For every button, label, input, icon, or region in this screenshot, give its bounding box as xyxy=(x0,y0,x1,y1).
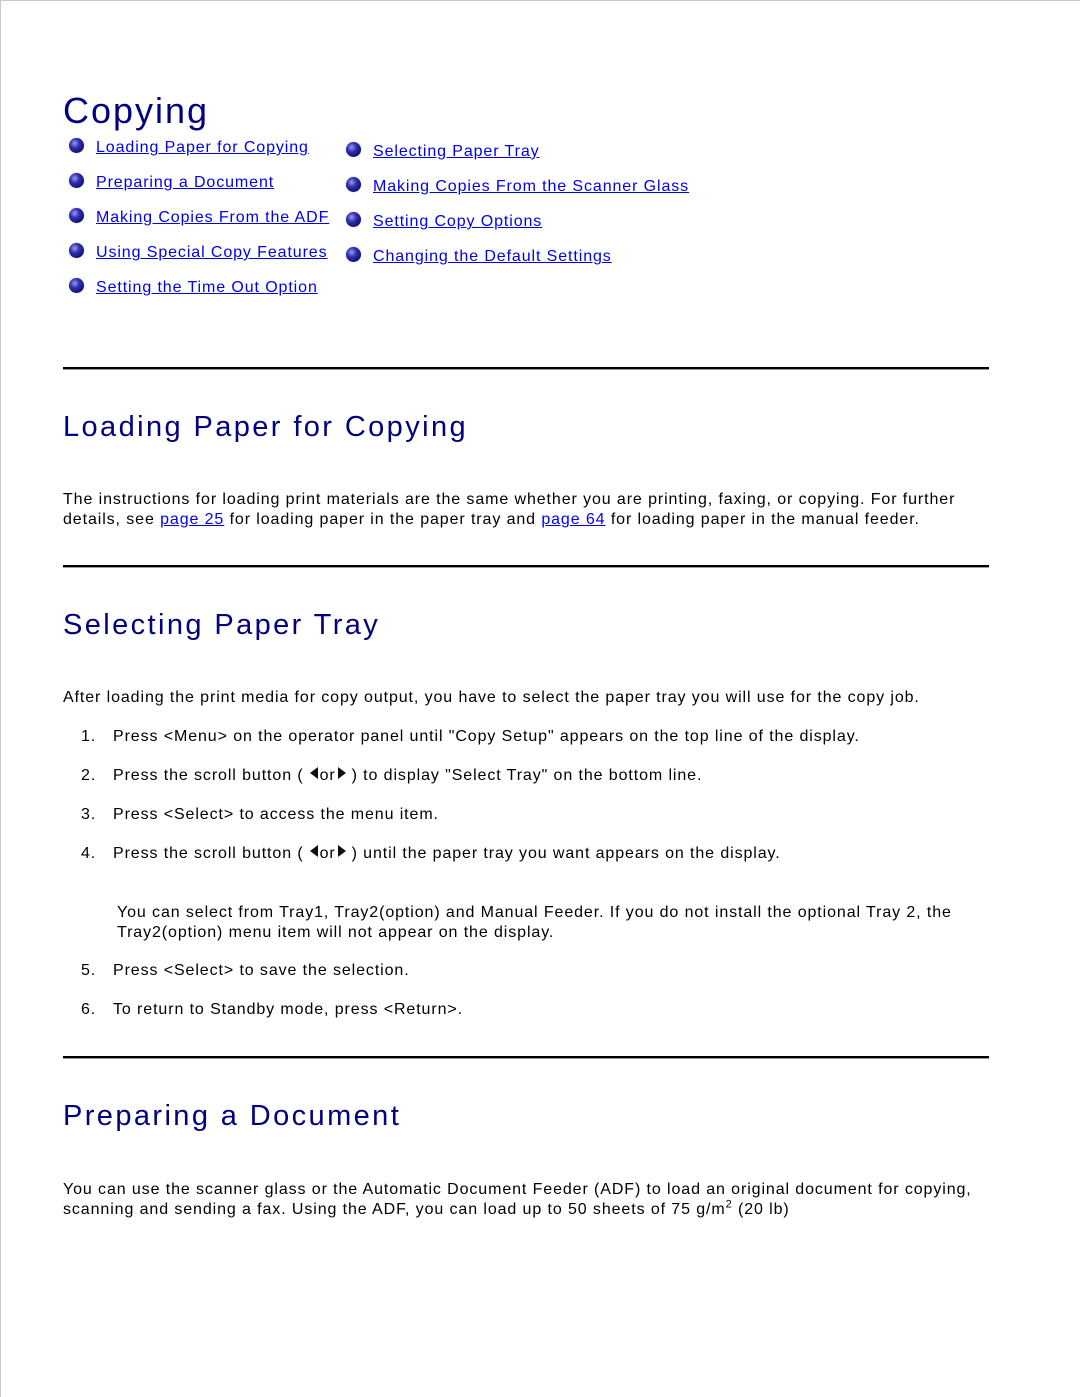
step-text-post: ) until the paper tray you want appears … xyxy=(351,845,781,862)
toc-item-scanner-glass[interactable]: Making Copies From the Scanner Glass xyxy=(346,176,689,198)
bullet-sphere-icon xyxy=(69,172,84,188)
toc-item-preparing-document[interactable]: Preparing a Document xyxy=(69,172,329,194)
page-25-link[interactable]: page 25 xyxy=(160,511,224,528)
left-arrow-icon xyxy=(309,845,318,857)
toc-item-loading-paper[interactable]: Loading Paper for Copying xyxy=(69,137,329,159)
right-arrow-icon xyxy=(337,767,346,779)
toc-left-column: Loading Paper for Copying Preparing a Do… xyxy=(69,137,329,299)
document-text-2: (20 lb) xyxy=(732,1201,790,1218)
toc-item-copy-options[interactable]: Setting Copy Options xyxy=(346,211,689,233)
left-arrow-icon xyxy=(309,767,318,779)
divider xyxy=(63,1056,989,1059)
step-text: Press <Select> to access the menu item. xyxy=(113,806,439,823)
bullet-sphere-icon xyxy=(69,242,84,258)
toc-link-selecting-tray[interactable]: Selecting Paper Tray xyxy=(373,143,540,161)
toc-item-copies-adf[interactable]: Making Copies From the ADF xyxy=(69,207,329,229)
step-2: 2. Press the scroll button ( or ) to dis… xyxy=(81,766,702,786)
step-5: 5. Press <Select> to save the selection. xyxy=(81,961,410,981)
step-number: 2. xyxy=(81,767,97,784)
step-6: 6. To return to Standby mode, press <Ret… xyxy=(81,1000,463,1020)
toc-item-time-out[interactable]: Setting the Time Out Option xyxy=(69,277,329,299)
loading-text-3: for loading paper in the manual feeder. xyxy=(605,511,920,528)
toc-item-special-features[interactable]: Using Special Copy Features xyxy=(69,242,329,264)
bullet-sphere-icon xyxy=(346,176,361,192)
step-number: 1. xyxy=(81,728,97,745)
loading-paper-paragraph: The instructions for loading print mater… xyxy=(63,490,993,530)
step-3: 3. Press <Select> to access the menu ite… xyxy=(81,805,439,825)
step-text: Press <Menu> on the operator panel until… xyxy=(113,728,860,745)
right-arrow-icon xyxy=(337,845,346,857)
step-text-mid: or xyxy=(319,845,336,862)
step-text-mid: or xyxy=(319,767,336,784)
bullet-sphere-icon xyxy=(346,246,361,262)
bullet-sphere-icon xyxy=(69,137,84,153)
loading-text-2: for loading paper in the paper tray and xyxy=(224,511,542,528)
toc-item-default-settings[interactable]: Changing the Default Settings xyxy=(346,246,689,268)
step-1: 1. Press <Menu> on the operator panel un… xyxy=(81,727,860,747)
toc-link-time-out[interactable]: Setting the Time Out Option xyxy=(96,279,318,297)
step-number: 5. xyxy=(81,962,97,979)
toc-right-column: Selecting Paper Tray Making Copies From … xyxy=(346,141,689,268)
divider xyxy=(63,367,989,370)
step-number: 4. xyxy=(81,845,97,862)
toc-link-copy-options[interactable]: Setting Copy Options xyxy=(373,213,542,231)
section-heading-preparing-document: Preparing a Document xyxy=(63,1100,402,1132)
step-number: 6. xyxy=(81,1001,97,1018)
page-title: Copying xyxy=(63,90,210,131)
toc-link-special-features[interactable]: Using Special Copy Features xyxy=(96,244,328,262)
document-text-1: You can use the scanner glass or the Aut… xyxy=(63,1181,972,1218)
tray-note: You can select from Tray1, Tray2(option)… xyxy=(117,904,952,941)
step-text-pre: Press the scroll button ( xyxy=(113,767,304,784)
toc-link-loading-paper[interactable]: Loading Paper for Copying xyxy=(96,139,309,157)
bullet-sphere-icon xyxy=(69,207,84,223)
page-64-link[interactable]: page 64 xyxy=(541,511,605,528)
step-text-pre: Press the scroll button ( xyxy=(113,845,304,862)
toc-item-selecting-tray[interactable]: Selecting Paper Tray xyxy=(346,141,689,163)
section-heading-selecting-tray: Selecting Paper Tray xyxy=(63,609,381,641)
toc-link-copies-adf[interactable]: Making Copies From the ADF xyxy=(96,209,329,227)
step-text: To return to Standby mode, press <Return… xyxy=(113,1001,463,1018)
step-text: Press <Select> to save the selection. xyxy=(113,962,410,979)
step-4: 4. Press the scroll button ( or ) until … xyxy=(81,844,781,864)
preparing-document-paragraph: You can use the scanner glass or the Aut… xyxy=(63,1180,993,1220)
selecting-tray-intro: After loading the print media for copy o… xyxy=(63,689,920,706)
bullet-sphere-icon xyxy=(69,277,84,293)
toc-link-scanner-glass[interactable]: Making Copies From the Scanner Glass xyxy=(373,178,689,196)
toc-link-preparing-document[interactable]: Preparing a Document xyxy=(96,174,274,192)
section-heading-loading-paper: Loading Paper for Copying xyxy=(63,411,469,443)
toc-link-default-settings[interactable]: Changing the Default Settings xyxy=(373,248,612,266)
superscript: 2 xyxy=(725,1198,733,1211)
bullet-sphere-icon xyxy=(346,211,361,227)
bullet-sphere-icon xyxy=(346,141,361,157)
step-number: 3. xyxy=(81,806,97,823)
divider xyxy=(63,565,989,568)
step-text-post: ) to display "Select Tray" on the bottom… xyxy=(351,767,703,784)
